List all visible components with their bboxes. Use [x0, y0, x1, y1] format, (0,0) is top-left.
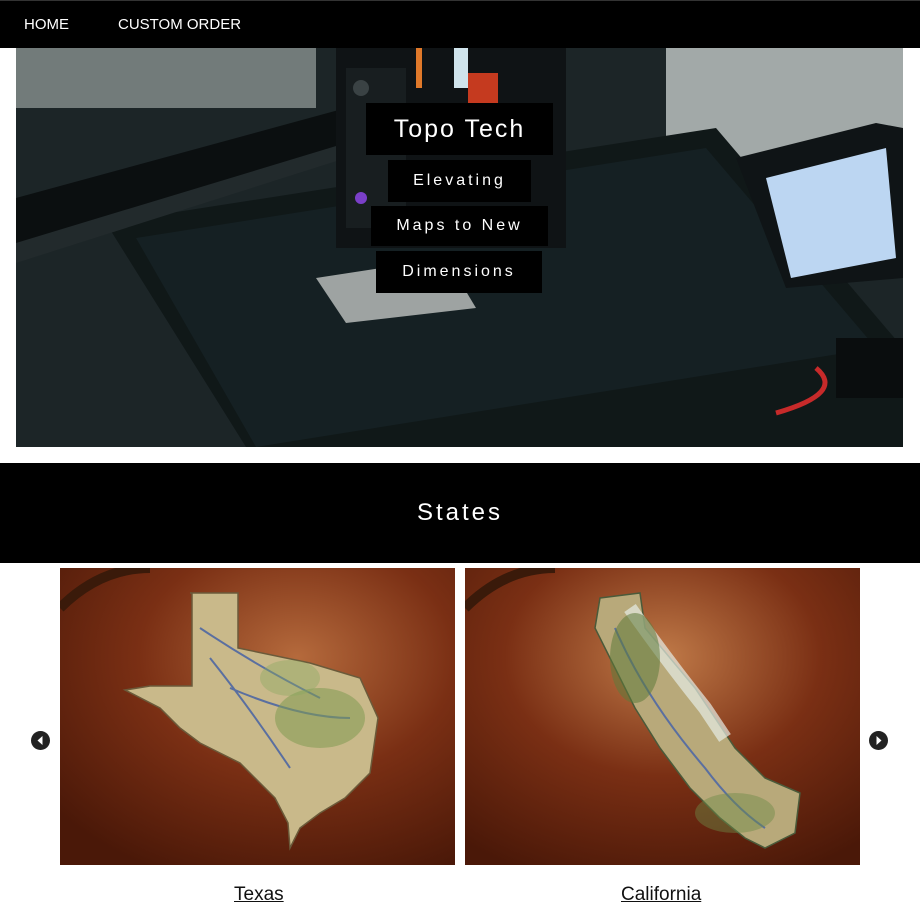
hero-banner: Topo Tech Elevating Maps to New Dimensio… — [16, 48, 903, 447]
carousel-prev-button[interactable] — [31, 731, 50, 750]
california-map-image — [465, 568, 860, 865]
hero-tagline-line: Elevating — [388, 160, 531, 202]
carousel-next-button[interactable] — [869, 731, 888, 750]
hero-tagline-line: Dimensions — [376, 251, 542, 293]
top-nav: HOME CUSTOM ORDER — [0, 0, 920, 48]
carousel-item-texas[interactable] — [60, 568, 455, 865]
texas-map-image — [60, 568, 455, 865]
chevron-right-icon — [876, 736, 882, 745]
hero-title: Topo Tech — [366, 103, 553, 155]
section-title: States — [0, 463, 920, 563]
hero-tagline-line: Maps to New — [371, 206, 548, 246]
carousel-caption-texas[interactable]: Texas — [234, 884, 284, 906]
carousel-caption-california[interactable]: California — [621, 884, 701, 906]
carousel-item-california[interactable] — [465, 568, 860, 865]
chevron-left-icon — [37, 736, 43, 745]
nav-home-link[interactable]: HOME — [24, 16, 69, 33]
nav-custom-order-link[interactable]: CUSTOM ORDER — [118, 16, 241, 33]
